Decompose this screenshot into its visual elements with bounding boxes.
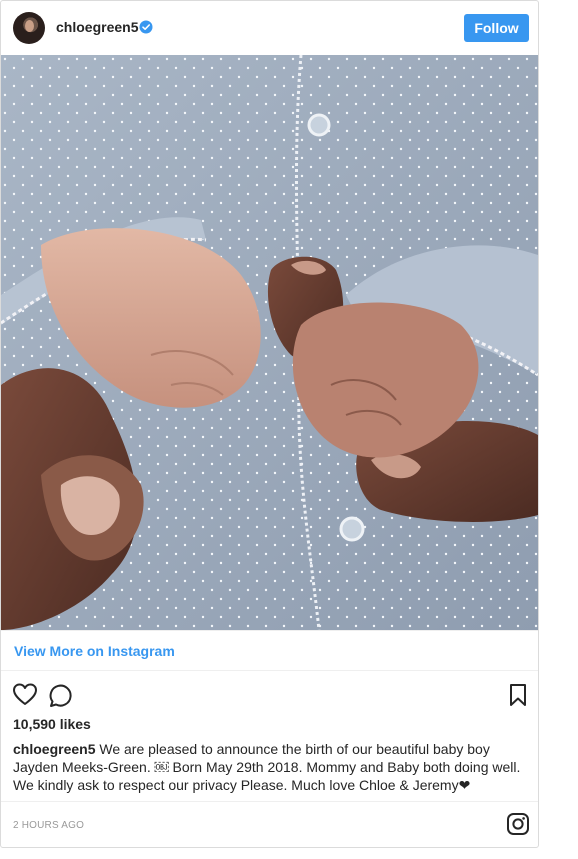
verified-badge-icon [139,20,153,34]
post-photo[interactable] [1,55,538,630]
post-timestamp: 2 HOURS AGO [13,820,85,831]
instagram-embed-card: chloegreen5 Follow View More on Instagra… [0,0,539,848]
comment-icon[interactable] [48,682,74,708]
avatar[interactable] [13,12,45,44]
divider [1,801,538,802]
caption: chloegreen5 We are pleased to announce t… [13,740,528,794]
divider [1,670,538,671]
username[interactable]: chloegreen5 [56,19,138,35]
divider [1,630,538,631]
heart-icon[interactable] [12,682,38,708]
post-header: chloegreen5 Follow [1,1,538,55]
view-more-link[interactable]: View More on Instagram [14,643,175,659]
instagram-icon[interactable] [506,812,530,836]
likes-count[interactable]: 10,590 likes [13,716,91,732]
follow-button[interactable]: Follow [464,14,529,42]
caption-username[interactable]: chloegreen5 [13,741,95,757]
bookmark-icon[interactable] [505,682,531,708]
baby-hands-photo [1,55,538,630]
